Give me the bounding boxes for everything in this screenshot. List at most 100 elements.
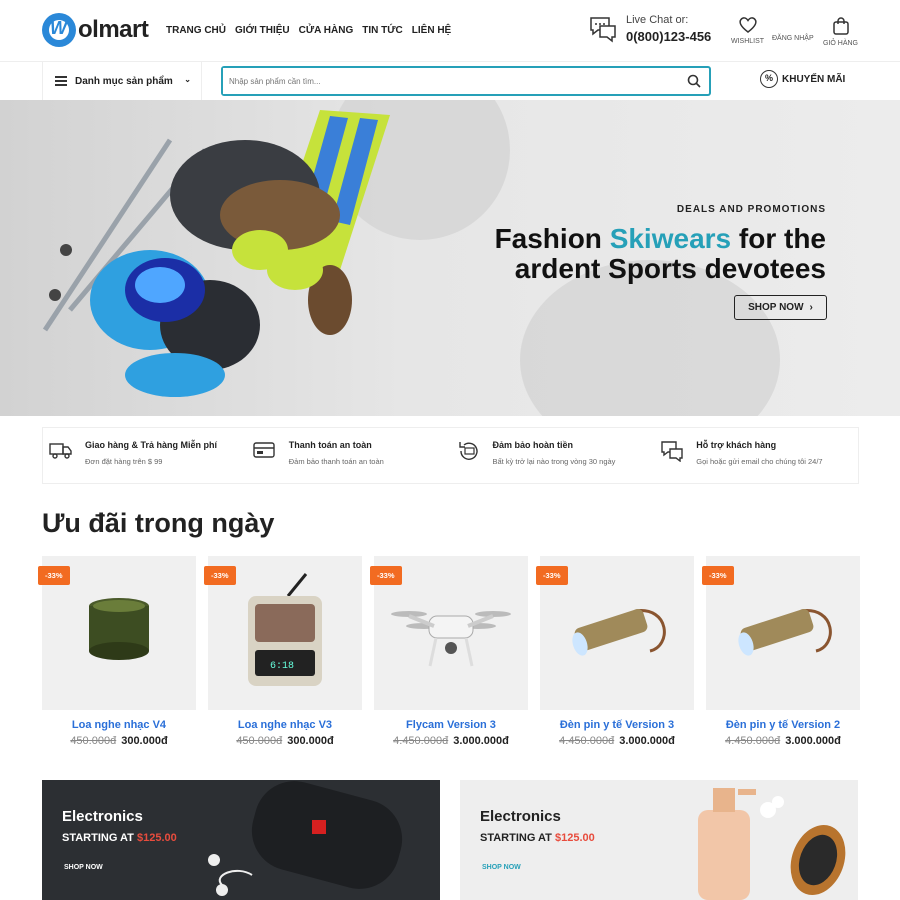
nav-news[interactable]: TIN TỨC	[362, 25, 403, 36]
wishlist-label: WISHLIST	[731, 38, 765, 45]
promotions-link[interactable]: % KHUYẾN MÃI	[760, 70, 845, 88]
discount-badge: -33%	[204, 566, 236, 585]
truck-icon	[49, 443, 72, 459]
product-image[interactable]: -33%	[702, 556, 860, 710]
sale-price: 300.000đ	[121, 735, 168, 747]
card-icon	[253, 442, 275, 458]
discount-badge: -33%	[38, 566, 70, 585]
nav-contact[interactable]: LIÊN HỆ	[412, 25, 451, 36]
login-link[interactable]: ĐĂNG NHẬP	[772, 35, 814, 42]
product-name[interactable]: Đèn pin y tế Version 3	[540, 719, 694, 731]
hero-title-highlight: Skiwears	[609, 223, 732, 254]
feature-desc: Đơn đặt hàng trên $ 99	[85, 457, 163, 466]
old-price: 4.450.000đ	[393, 735, 449, 747]
sale-price: 3.000.000đ	[453, 735, 509, 747]
product-card[interactable]: -33% Flycam Version 3 4.450.000đ 3.000.00…	[370, 556, 528, 747]
hero-eyebrow: DEALS AND PROMOTIONS	[676, 204, 826, 215]
logo[interactable]: W olmart	[42, 13, 149, 47]
product-image[interactable]: -33%	[38, 556, 196, 710]
promotions-label: KHUYẾN MÃI	[782, 73, 846, 85]
product-name[interactable]: Loa nghe nhạc V3	[208, 719, 362, 731]
feature-item: Giao hàng & Trả hàng Miễn phí Đơn đặt hàn…	[43, 428, 247, 483]
svg-text:6:18: 6:18	[270, 661, 294, 672]
cart-label: GIỎ HÀNG	[823, 40, 859, 47]
phone-number[interactable]: 0(800)123-456	[626, 29, 711, 44]
sale-price: 300.000đ	[287, 735, 334, 747]
hero-title: Fashion Skiwears for the ardent Sports d…	[406, 224, 826, 284]
shop-now-label: SHOP NOW	[748, 302, 804, 313]
banner-shop-now-link[interactable]: SHOP NOW	[64, 864, 103, 871]
wishlist-button[interactable]: WISHLIST	[731, 16, 764, 45]
banner-title: Electronics	[62, 808, 143, 825]
features-strip: Giao hàng & Trả hàng Miễn phí Đơn đặt hàn…	[42, 427, 859, 484]
discount-badge: -33%	[370, 566, 402, 585]
nav-home[interactable]: TRANG CHỦ	[166, 25, 226, 36]
category-menu-label: Danh mục sản phẩm	[75, 75, 173, 87]
nav-about[interactable]: GIỚI THIỆU	[235, 25, 290, 36]
old-price: 450.000đ	[70, 735, 117, 747]
feature-desc: Bất kỳ trở lại nào trong vòng 30 ngày	[492, 457, 616, 466]
discount-badge: -33%	[536, 566, 568, 585]
cart-button[interactable]: GIỎ HÀNG	[823, 16, 858, 47]
shopping-bag-icon	[832, 17, 849, 35]
deals-title: Ưu đãi trong ngày	[42, 508, 275, 538]
bluetooth-speaker-image	[208, 781, 403, 896]
feature-title: Giao hàng & Trả hàng Miễn phí	[85, 440, 218, 450]
discount-badge: -33%	[702, 566, 734, 585]
banner-price: $125.00	[554, 832, 595, 844]
feature-title: Hỗ trợ khách hàng	[696, 440, 777, 450]
ski-gear-illustration	[42, 110, 390, 397]
chat-icon	[661, 441, 683, 462]
chevron-right-icon: ›	[809, 302, 813, 313]
product-image[interactable]: -33%	[370, 556, 528, 710]
product-card[interactable]: -33% Đèn pin y tế Version 3 4.450.000đ 3.…	[536, 556, 694, 747]
product-card[interactable]: -33% Đèn pin y tế Version 2 4.450.000đ 3.…	[702, 556, 860, 747]
banner-starting-label: STARTING AT	[62, 832, 134, 844]
product-name[interactable]: Loa nghe nhạc V4	[42, 719, 196, 731]
money-back-icon	[458, 442, 478, 460]
feature-title: Thanh toán an toàn	[288, 440, 372, 450]
search-icon[interactable]	[687, 74, 701, 88]
heart-icon	[738, 17, 757, 33]
old-price: 4.450.000đ	[725, 735, 781, 747]
sale-price: 3.000.000đ	[785, 735, 841, 747]
old-price: 450.000đ	[236, 735, 283, 747]
feature-item: Hỗ trợ khách hàng Gọi hoặc gửi email cho …	[654, 428, 858, 483]
product-name[interactable]: Đèn pin y tế Version 2	[706, 719, 860, 731]
search-bar-row: Danh mục sản phẩm ⌄ % KHUYẾN MÃI	[0, 62, 900, 100]
sale-price: 3.000.000đ	[619, 735, 675, 747]
promo-banner-electronics-2[interactable]: Electronics STARTING AT $125.00 SHOP NOW	[460, 780, 858, 900]
search-input[interactable]	[223, 68, 663, 94]
deals-product-list: -33% Loa nghe nhạc V4 450.000đ 300.000đ -…	[38, 556, 860, 747]
old-price: 4.450.000đ	[559, 735, 615, 747]
hamburger-icon	[55, 74, 67, 88]
hero-title-prefix: Fashion	[494, 223, 610, 254]
percent-badge-icon: %	[760, 70, 778, 88]
banner-starting-label: STARTING AT	[480, 832, 552, 844]
feature-item: Đảm bảo hoàn tiền Bất kỳ trở lại nào tron…	[451, 428, 655, 483]
banner-title: Electronics	[480, 808, 561, 825]
category-menu-button[interactable]: Danh mục sản phẩm ⌄	[42, 62, 202, 100]
product-image[interactable]: -33%	[536, 556, 694, 710]
promo-banner-electronics[interactable]: Electronics STARTING AT $125.00 SHOP NOW	[42, 780, 440, 900]
nav-shop[interactable]: CỬA HÀNG	[299, 25, 354, 36]
product-card[interactable]: -33% Loa nghe nhạc V4 450.000đ 300.000đ	[38, 556, 196, 747]
search-box	[221, 66, 711, 96]
product-name[interactable]: Flycam Version 3	[374, 719, 528, 731]
chat-bubble-icon	[590, 17, 616, 43]
product-image[interactable]: -33% 6:18	[204, 556, 362, 710]
site-header: W olmart TRANG CHỦ GIỚI THIỆU CỬA HÀNG T…	[0, 0, 900, 62]
logo-letter: W	[50, 18, 67, 38]
live-chat[interactable]: Live Chat or: 0(800)123-456	[588, 14, 711, 44]
chevron-down-icon: ⌄	[184, 75, 191, 84]
logo-mark: W	[42, 13, 76, 47]
login-label: ĐĂNG NHẬP	[772, 35, 814, 42]
banner-shop-now-link[interactable]: SHOP NOW	[482, 864, 521, 871]
main-nav: TRANG CHỦ GIỚI THIỆU CỬA HÀNG TIN TỨC LI…	[166, 25, 451, 36]
shop-now-button[interactable]: SHOP NOW ›	[734, 295, 827, 320]
feature-desc: Đảm bảo thanh toán an toàn	[288, 457, 384, 466]
banner-price-line: STARTING AT $125.00	[480, 832, 595, 844]
hero-banner: DEALS AND PROMOTIONS Fashion Skiwears fo…	[0, 100, 900, 416]
product-card[interactable]: -33% 6:18 Loa nghe nhạc V3 450.000đ 300.0…	[204, 556, 362, 747]
cosmetics-image	[698, 788, 846, 900]
